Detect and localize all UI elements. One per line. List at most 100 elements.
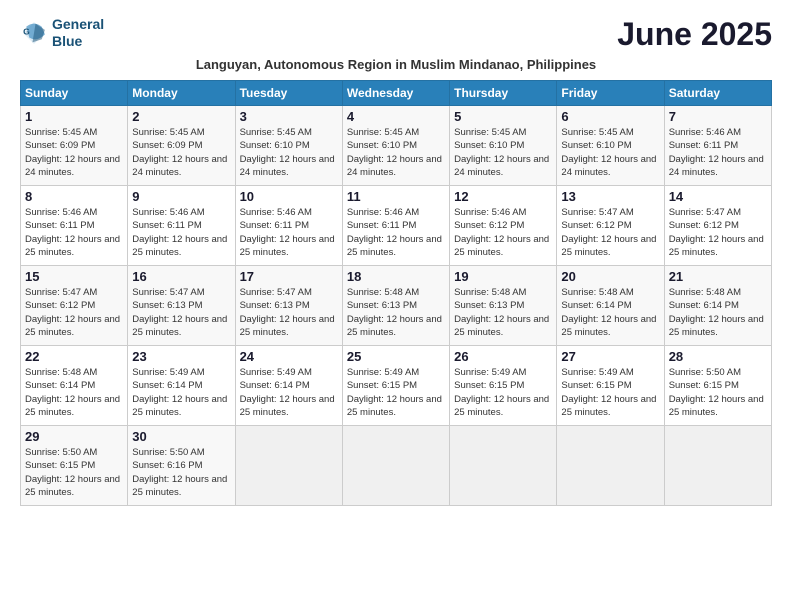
calendar-day-cell: 24 Sunrise: 5:49 AM Sunset: 6:14 PM Dayl… — [235, 346, 342, 426]
month-title: June 2025 — [617, 16, 772, 53]
day-info: Sunrise: 5:48 AM Sunset: 6:13 PM Dayligh… — [347, 286, 445, 339]
day-number: 26 — [454, 349, 552, 364]
day-number: 30 — [132, 429, 230, 444]
day-number: 2 — [132, 109, 230, 124]
calendar-day-cell: 27 Sunrise: 5:49 AM Sunset: 6:15 PM Dayl… — [557, 346, 664, 426]
day-number: 17 — [240, 269, 338, 284]
day-number: 4 — [347, 109, 445, 124]
calendar-day-cell: 9 Sunrise: 5:46 AM Sunset: 6:11 PM Dayli… — [128, 186, 235, 266]
calendar-day-cell: 5 Sunrise: 5:45 AM Sunset: 6:10 PM Dayli… — [450, 106, 557, 186]
calendar-day-cell: 16 Sunrise: 5:47 AM Sunset: 6:13 PM Dayl… — [128, 266, 235, 346]
weekday-header-wednesday: Wednesday — [342, 81, 449, 106]
calendar-table: SundayMondayTuesdayWednesdayThursdayFrid… — [20, 80, 772, 506]
calendar-week-row: 1 Sunrise: 5:45 AM Sunset: 6:09 PM Dayli… — [21, 106, 772, 186]
calendar-subtitle: Languyan, Autonomous Region in Muslim Mi… — [20, 57, 772, 72]
weekday-header-saturday: Saturday — [664, 81, 771, 106]
calendar-day-cell: 13 Sunrise: 5:47 AM Sunset: 6:12 PM Dayl… — [557, 186, 664, 266]
day-number: 13 — [561, 189, 659, 204]
day-number: 9 — [132, 189, 230, 204]
day-info: Sunrise: 5:46 AM Sunset: 6:11 PM Dayligh… — [240, 206, 338, 259]
svg-text:G: G — [23, 26, 30, 36]
day-number: 15 — [25, 269, 123, 284]
calendar-day-cell — [235, 426, 342, 506]
calendar-day-cell: 28 Sunrise: 5:50 AM Sunset: 6:15 PM Dayl… — [664, 346, 771, 426]
day-info: Sunrise: 5:45 AM Sunset: 6:10 PM Dayligh… — [561, 126, 659, 179]
calendar-day-cell: 11 Sunrise: 5:46 AM Sunset: 6:11 PM Dayl… — [342, 186, 449, 266]
calendar-day-cell — [342, 426, 449, 506]
calendar-day-cell: 1 Sunrise: 5:45 AM Sunset: 6:09 PM Dayli… — [21, 106, 128, 186]
day-number: 16 — [132, 269, 230, 284]
day-number: 29 — [25, 429, 123, 444]
day-info: Sunrise: 5:49 AM Sunset: 6:15 PM Dayligh… — [347, 366, 445, 419]
day-info: Sunrise: 5:48 AM Sunset: 6:14 PM Dayligh… — [669, 286, 767, 339]
weekday-header-sunday: Sunday — [21, 81, 128, 106]
calendar-day-cell: 18 Sunrise: 5:48 AM Sunset: 6:13 PM Dayl… — [342, 266, 449, 346]
general-blue-logo-icon: G — [20, 19, 48, 47]
day-info: Sunrise: 5:49 AM Sunset: 6:14 PM Dayligh… — [240, 366, 338, 419]
calendar-day-cell: 8 Sunrise: 5:46 AM Sunset: 6:11 PM Dayli… — [21, 186, 128, 266]
calendar-day-cell — [450, 426, 557, 506]
calendar-week-row: 22 Sunrise: 5:48 AM Sunset: 6:14 PM Dayl… — [21, 346, 772, 426]
day-info: Sunrise: 5:49 AM Sunset: 6:15 PM Dayligh… — [561, 366, 659, 419]
calendar-week-row: 8 Sunrise: 5:46 AM Sunset: 6:11 PM Dayli… — [21, 186, 772, 266]
logo-line1: General — [52, 16, 104, 33]
day-number: 23 — [132, 349, 230, 364]
day-info: Sunrise: 5:45 AM Sunset: 6:10 PM Dayligh… — [454, 126, 552, 179]
logo-line2: Blue — [52, 33, 104, 50]
weekday-header-tuesday: Tuesday — [235, 81, 342, 106]
day-info: Sunrise: 5:47 AM Sunset: 6:13 PM Dayligh… — [132, 286, 230, 339]
calendar-day-cell: 4 Sunrise: 5:45 AM Sunset: 6:10 PM Dayli… — [342, 106, 449, 186]
day-info: Sunrise: 5:50 AM Sunset: 6:15 PM Dayligh… — [25, 446, 123, 499]
calendar-day-cell: 7 Sunrise: 5:46 AM Sunset: 6:11 PM Dayli… — [664, 106, 771, 186]
day-info: Sunrise: 5:49 AM Sunset: 6:15 PM Dayligh… — [454, 366, 552, 419]
day-number: 19 — [454, 269, 552, 284]
day-number: 7 — [669, 109, 767, 124]
calendar-day-cell — [557, 426, 664, 506]
header: G General Blue June 2025 — [20, 16, 772, 53]
logo-text-block: General Blue — [52, 16, 104, 50]
day-number: 28 — [669, 349, 767, 364]
weekday-header-monday: Monday — [128, 81, 235, 106]
day-number: 3 — [240, 109, 338, 124]
day-info: Sunrise: 5:46 AM Sunset: 6:11 PM Dayligh… — [25, 206, 123, 259]
day-info: Sunrise: 5:46 AM Sunset: 6:11 PM Dayligh… — [669, 126, 767, 179]
day-info: Sunrise: 5:48 AM Sunset: 6:13 PM Dayligh… — [454, 286, 552, 339]
calendar-day-cell: 10 Sunrise: 5:46 AM Sunset: 6:11 PM Dayl… — [235, 186, 342, 266]
calendar-week-row: 15 Sunrise: 5:47 AM Sunset: 6:12 PM Dayl… — [21, 266, 772, 346]
day-info: Sunrise: 5:47 AM Sunset: 6:12 PM Dayligh… — [669, 206, 767, 259]
calendar-day-cell: 22 Sunrise: 5:48 AM Sunset: 6:14 PM Dayl… — [21, 346, 128, 426]
weekday-header-friday: Friday — [557, 81, 664, 106]
day-info: Sunrise: 5:46 AM Sunset: 6:12 PM Dayligh… — [454, 206, 552, 259]
day-number: 25 — [347, 349, 445, 364]
day-info: Sunrise: 5:45 AM Sunset: 6:09 PM Dayligh… — [132, 126, 230, 179]
day-info: Sunrise: 5:45 AM Sunset: 6:10 PM Dayligh… — [240, 126, 338, 179]
day-number: 14 — [669, 189, 767, 204]
calendar-day-cell: 12 Sunrise: 5:46 AM Sunset: 6:12 PM Dayl… — [450, 186, 557, 266]
day-info: Sunrise: 5:50 AM Sunset: 6:16 PM Dayligh… — [132, 446, 230, 499]
logo: G General Blue — [20, 16, 104, 50]
weekday-header-thursday: Thursday — [450, 81, 557, 106]
calendar-day-cell: 19 Sunrise: 5:48 AM Sunset: 6:13 PM Dayl… — [450, 266, 557, 346]
day-number: 12 — [454, 189, 552, 204]
day-info: Sunrise: 5:48 AM Sunset: 6:14 PM Dayligh… — [561, 286, 659, 339]
day-number: 5 — [454, 109, 552, 124]
calendar-day-cell: 23 Sunrise: 5:49 AM Sunset: 6:14 PM Dayl… — [128, 346, 235, 426]
day-info: Sunrise: 5:45 AM Sunset: 6:09 PM Dayligh… — [25, 126, 123, 179]
day-number: 10 — [240, 189, 338, 204]
day-number: 18 — [347, 269, 445, 284]
day-info: Sunrise: 5:45 AM Sunset: 6:10 PM Dayligh… — [347, 126, 445, 179]
calendar-day-cell: 15 Sunrise: 5:47 AM Sunset: 6:12 PM Dayl… — [21, 266, 128, 346]
day-number: 8 — [25, 189, 123, 204]
day-info: Sunrise: 5:49 AM Sunset: 6:14 PM Dayligh… — [132, 366, 230, 419]
day-info: Sunrise: 5:48 AM Sunset: 6:14 PM Dayligh… — [25, 366, 123, 419]
day-number: 6 — [561, 109, 659, 124]
day-info: Sunrise: 5:47 AM Sunset: 6:12 PM Dayligh… — [25, 286, 123, 339]
calendar-day-cell — [664, 426, 771, 506]
calendar-day-cell: 6 Sunrise: 5:45 AM Sunset: 6:10 PM Dayli… — [557, 106, 664, 186]
weekday-header-row: SundayMondayTuesdayWednesdayThursdayFrid… — [21, 81, 772, 106]
day-info: Sunrise: 5:46 AM Sunset: 6:11 PM Dayligh… — [132, 206, 230, 259]
day-number: 21 — [669, 269, 767, 284]
calendar-day-cell: 29 Sunrise: 5:50 AM Sunset: 6:15 PM Dayl… — [21, 426, 128, 506]
calendar-day-cell: 30 Sunrise: 5:50 AM Sunset: 6:16 PM Dayl… — [128, 426, 235, 506]
calendar-day-cell: 25 Sunrise: 5:49 AM Sunset: 6:15 PM Dayl… — [342, 346, 449, 426]
